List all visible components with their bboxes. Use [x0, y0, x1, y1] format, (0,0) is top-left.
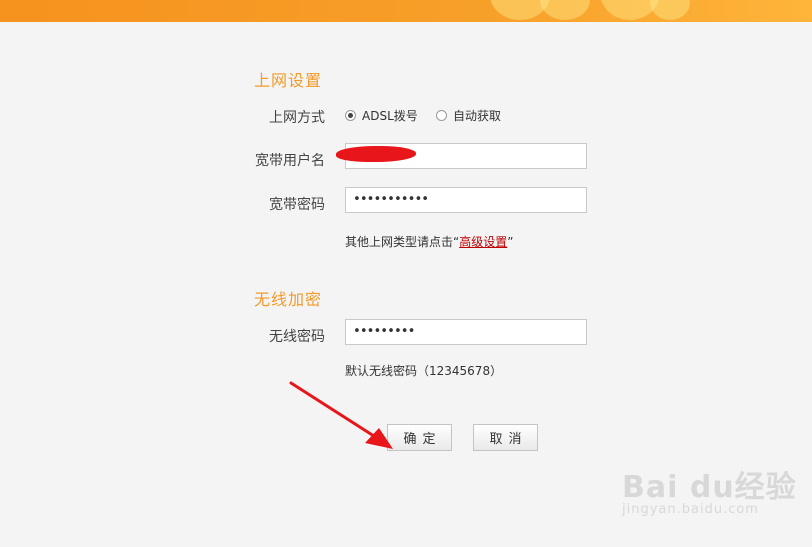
radio-auto[interactable]: 自动获取: [436, 107, 501, 124]
wireless-password-label: 无线密码: [269, 329, 325, 345]
baidu-jingyan-watermark: Bai du经验 jingyan.baidu.com: [622, 462, 797, 517]
radio-adsl[interactable]: ADSL拨号: [345, 107, 418, 124]
internet-settings-title: 上网设置: [254, 71, 323, 90]
default-password-note: 默认无线密码（12345678）: [345, 364, 503, 378]
radio-adsl-label: ADSL拨号: [362, 109, 418, 123]
advanced-settings-link[interactable]: 高级设置: [459, 235, 507, 249]
red-arrow-annotation: [289, 381, 393, 449]
wireless-password-input[interactable]: •••••••••: [345, 319, 587, 345]
redaction-mark: [336, 146, 416, 162]
radio-auto-label: 自动获取: [453, 109, 502, 123]
advanced-hint: 其他上网类型请点击“高级设置”: [345, 233, 513, 250]
radio-auto-circle[interactable]: [436, 110, 447, 121]
connection-mode-label: 上网方式: [269, 110, 325, 126]
cancel-button[interactable]: 取消: [473, 424, 538, 451]
radio-adsl-circle[interactable]: [345, 110, 356, 121]
hint-suffix: ”: [507, 235, 514, 249]
username-label: 宽带用户名: [255, 153, 325, 169]
password-input[interactable]: •••••••••••: [345, 187, 587, 213]
wireless-encryption-title: 无线加密: [254, 290, 323, 309]
password-label: 宽带密码: [269, 197, 325, 213]
watermark-brand: Bai du经验: [622, 470, 797, 505]
hint-prefix: 其他上网类型请点击“: [345, 235, 460, 249]
top-banner: [0, 0, 812, 22]
